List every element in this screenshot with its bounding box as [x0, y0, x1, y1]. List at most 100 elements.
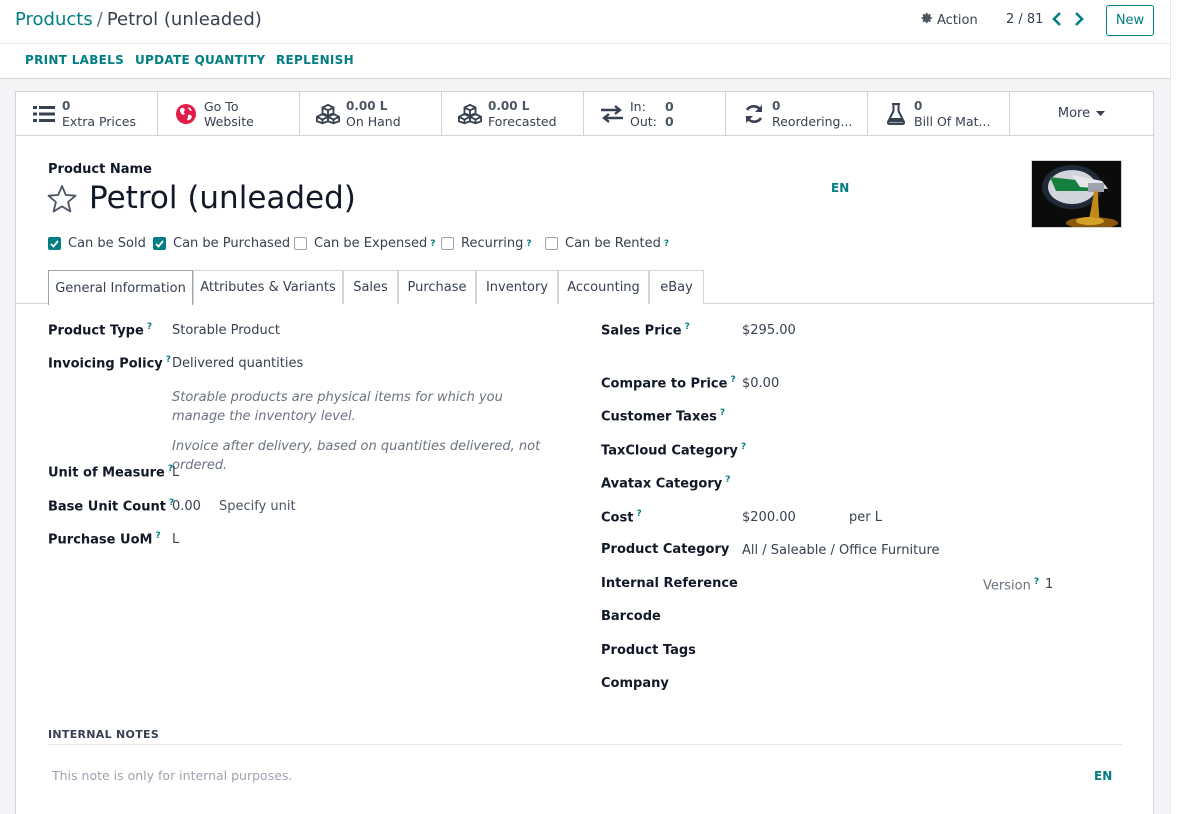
product-category-select[interactable]: All / Saleable / Office Furniture — [742, 543, 940, 558]
sales-price-label: Sales Price? — [601, 322, 690, 339]
help-tooltip-icon[interactable]: ? — [685, 322, 690, 332]
smart-button-box: 0 Extra Prices Go To Website 0.00 L On H… — [16, 92, 1153, 136]
notes-language-button[interactable]: EN — [1094, 769, 1112, 783]
help-tooltip-icon[interactable]: ? — [526, 239, 531, 249]
invoicing-policy-help: Invoice after delivery, based on quantit… — [172, 439, 541, 473]
website-line1: Go To — [204, 99, 239, 114]
base-unit-count-label: Base Unit Count? — [48, 498, 175, 515]
go-to-website-button[interactable]: Go To Website — [158, 92, 300, 135]
help-tooltip-icon[interactable]: ? — [166, 355, 171, 365]
chevron-right-icon[interactable] — [1073, 11, 1085, 31]
exchange-icon — [600, 103, 624, 125]
reordering-button[interactable]: 0 Reordering... — [726, 92, 868, 135]
can-be-purchased-label: Can be Purchased — [173, 236, 291, 251]
cost-label: Cost? — [601, 509, 642, 526]
can-be-sold-label: Can be Sold — [68, 236, 146, 251]
replenish-button[interactable]: REPLENISH — [276, 53, 354, 67]
unit-of-measure-input[interactable]: L — [172, 465, 179, 480]
version-label: Version? — [983, 577, 1040, 594]
help-tooltip-icon[interactable]: ? — [720, 408, 725, 418]
product-name-input[interactable]: Petrol (unleaded) — [89, 180, 356, 216]
new-button[interactable]: New — [1106, 5, 1154, 36]
sales-price-input[interactable]: $295.00 — [742, 323, 796, 338]
recurring-label: Recurring — [461, 236, 524, 251]
help-tooltip-icon[interactable]: ? — [725, 475, 730, 485]
product-image[interactable] — [1031, 160, 1122, 228]
base-unit-count-input[interactable]: 0.00 — [172, 499, 201, 514]
help-tooltip-icon[interactable]: ? — [636, 509, 641, 519]
bill-of-materials-button[interactable]: 0 Bill Of Mat... — [868, 92, 1010, 135]
scrollbar[interactable] — [1170, 0, 1177, 814]
control-panel: Products / Petrol (unleaded) Action 2 / 81… — [0, 0, 1170, 44]
on-hand-value: 0.00 L — [346, 99, 388, 113]
breadcrumb-products-link[interactable]: Products — [15, 9, 93, 30]
action-button[interactable]: Action — [921, 12, 978, 28]
breadcrumb: Products / Petrol (unleaded) — [15, 9, 262, 30]
tab-purchase[interactable]: Purchase — [398, 270, 476, 304]
reordering-label: Reordering... — [772, 114, 853, 129]
breadcrumb-current: Petrol (unleaded) — [106, 9, 262, 30]
can-be-expensed-checkbox[interactable] — [294, 237, 307, 250]
version-input[interactable]: 1 — [1045, 577, 1053, 592]
tab-general-information[interactable]: General Information — [48, 270, 193, 305]
action-label: Action — [937, 12, 978, 28]
unit-of-measure-label: Unit of Measure? — [48, 464, 174, 481]
refresh-icon — [742, 103, 766, 125]
can-be-rented-option: Can be Rented? — [545, 236, 669, 251]
product-type-label: Product Type? — [48, 322, 153, 339]
avatax-category-label: Avatax Category? — [601, 475, 731, 492]
tab-attributes-variants[interactable]: Attributes & Variants — [193, 270, 343, 304]
help-tooltip-icon[interactable]: ? — [1034, 577, 1039, 587]
out-value: 0 — [665, 114, 674, 129]
product-tags-label: Product Tags — [601, 643, 696, 658]
invoicing-policy-select[interactable]: Delivered quantities — [172, 356, 303, 371]
tab-inventory[interactable]: Inventory — [476, 270, 558, 304]
product-category-label: Product Category — [601, 542, 730, 557]
star-icon[interactable] — [47, 184, 77, 218]
cubes-icon — [458, 103, 482, 125]
internal-notes-title: INTERNAL NOTES — [48, 728, 160, 741]
company-label: Company — [601, 676, 669, 691]
product-type-select[interactable]: Storable Product — [172, 323, 280, 338]
chevron-left-icon[interactable] — [1051, 11, 1063, 31]
tab-sales[interactable]: Sales — [343, 270, 398, 304]
extra-prices-button[interactable]: 0 Extra Prices — [16, 92, 158, 135]
more-label: More — [1057, 106, 1091, 121]
compare-to-price-input[interactable]: $0.00 — [742, 376, 779, 391]
purchase-uom-input[interactable]: L — [172, 532, 179, 547]
help-tooltip-icon[interactable]: ? — [664, 239, 669, 249]
taxcloud-category-label: TaxCloud Category? — [601, 442, 747, 459]
can-be-purchased-checkbox[interactable] — [153, 237, 166, 250]
print-labels-button[interactable]: PRINT LABELS — [25, 53, 124, 67]
recurring-checkbox[interactable] — [441, 237, 454, 250]
on-hand-label: On Hand — [346, 114, 401, 129]
internal-notes-editor[interactable]: This note is only for internal purposes. — [52, 768, 292, 783]
product-type-help: Storable products are physical items for… — [172, 390, 503, 424]
cubes-icon — [316, 103, 340, 125]
bom-count: 0 — [914, 99, 923, 113]
on-hand-button[interactable]: 0.00 L On Hand — [300, 92, 442, 135]
can-be-rented-checkbox[interactable] — [545, 237, 558, 250]
can-be-sold-checkbox[interactable] — [48, 237, 61, 250]
gear-icon — [921, 12, 933, 28]
pager-value[interactable]: 2 / 81 — [1006, 12, 1043, 27]
forecasted-button[interactable]: 0.00 L Forecasted — [442, 92, 584, 135]
help-tooltip-icon[interactable]: ? — [430, 239, 435, 249]
cost-unit: per L — [849, 510, 882, 525]
help-tooltip-icon[interactable]: ? — [730, 375, 735, 385]
language-button[interactable]: EN — [831, 181, 849, 195]
help-tooltip-icon[interactable]: ? — [155, 531, 160, 541]
tab-ebay[interactable]: eBay — [649, 270, 704, 304]
update-quantity-button[interactable]: UPDATE QUANTITY — [135, 53, 265, 67]
website-line2: Website — [204, 114, 254, 129]
in-out-button[interactable]: In: 0 Out: 0 — [584, 92, 726, 135]
product-name-label: Product Name — [48, 162, 152, 177]
tab-accounting[interactable]: Accounting — [558, 270, 649, 304]
help-tooltip-icon[interactable]: ? — [147, 322, 152, 332]
forecasted-label: Forecasted — [488, 114, 557, 129]
compare-to-price-label: Compare to Price? — [601, 375, 736, 392]
help-tooltip-icon[interactable]: ? — [741, 442, 746, 452]
cost-input[interactable]: $200.00 — [742, 510, 796, 525]
more-button[interactable]: More — [1010, 92, 1153, 135]
specify-unit-input[interactable]: Specify unit — [219, 499, 296, 514]
